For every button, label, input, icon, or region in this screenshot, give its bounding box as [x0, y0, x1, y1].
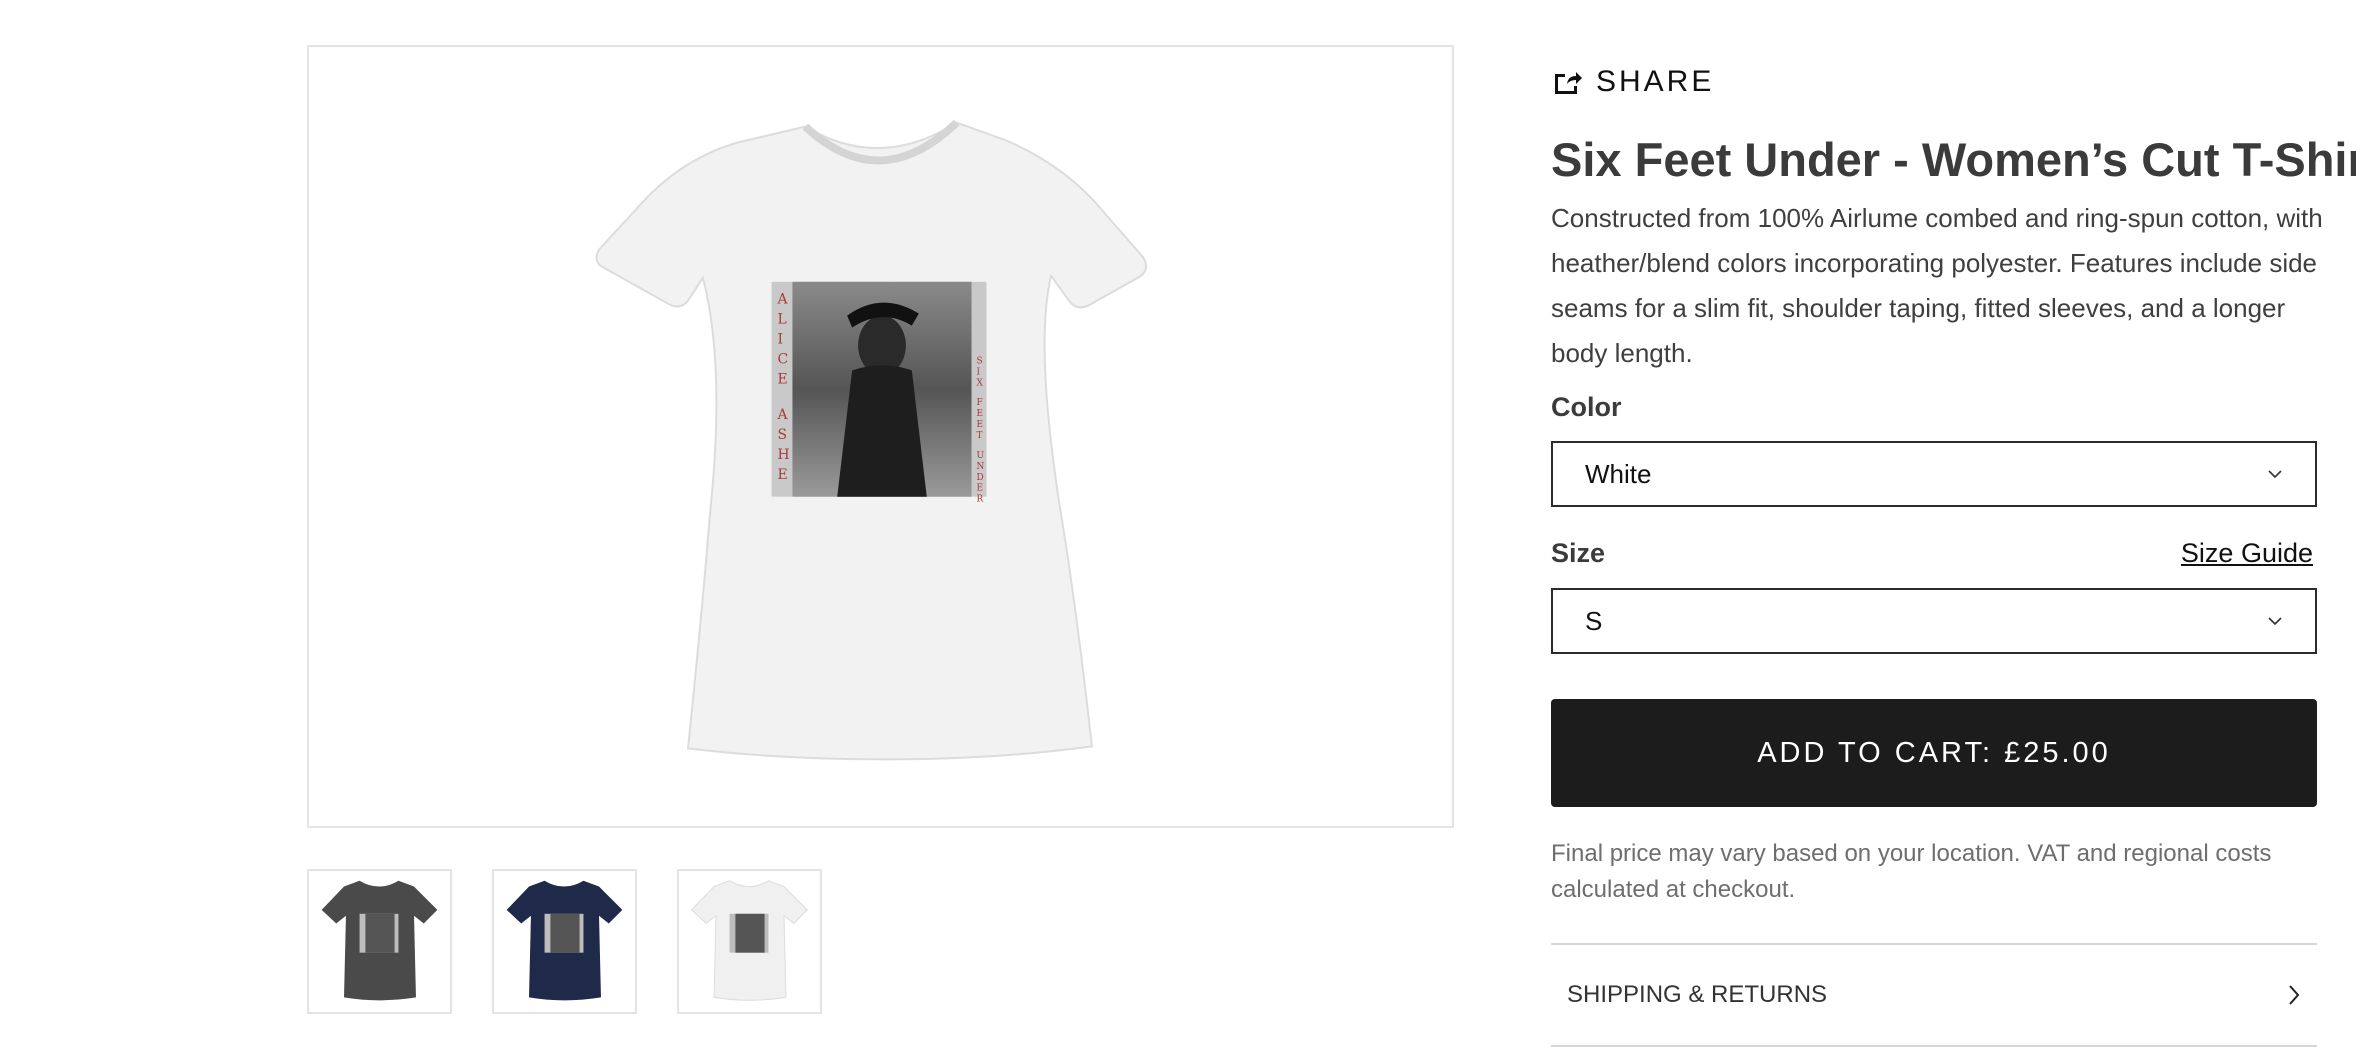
product-info: SHARE Six Feet Under - Women’s Cut T-Shi… — [1551, 0, 2356, 1052]
share-label: SHARE — [1596, 65, 1715, 98]
thumbnail-dark-grey[interactable] — [307, 869, 452, 1014]
thumbnail-white[interactable] — [677, 869, 822, 1014]
tshirt-illustration: ALICE ASHE SIX FEET UNDER — [595, 119, 1148, 761]
main-product-image[interactable]: ALICE ASHE SIX FEET UNDER — [307, 45, 1454, 828]
add-to-cart-label: ADD TO CART: £25.00 — [1757, 736, 2111, 769]
color-select-value: White — [1585, 458, 1652, 489]
thumbnail-navy[interactable] — [492, 869, 637, 1014]
size-label: Size — [1551, 538, 1606, 568]
shipping-returns-accordion[interactable]: SHIPPING & RETURNS — [1551, 945, 2317, 1045]
size-guide-link[interactable]: Size Guide — [2181, 536, 2313, 570]
product-description: Constructed from 100% Airlume combed and… — [1551, 203, 2323, 368]
divider — [1551, 1045, 2317, 1047]
color-label: Color — [1551, 392, 1622, 422]
chevron-down-icon — [2268, 617, 2282, 626]
share-icon — [1555, 72, 1582, 94]
add-to-cart-button[interactable]: ADD TO CART: £25.00 — [1551, 699, 2317, 807]
size-select-value: S — [1585, 605, 1603, 636]
product-title: Six Feet Under - Women’s Cut T-Shirt — [1551, 133, 2356, 186]
share-button[interactable]: SHARE — [1551, 64, 1714, 100]
price-note: Final price may vary based on your locat… — [1551, 840, 2272, 903]
chevron-down-icon — [2268, 470, 2282, 479]
size-select[interactable]: S — [1551, 588, 2317, 654]
thumbnail-strip — [307, 869, 907, 1014]
color-select[interactable]: White — [1551, 441, 2317, 507]
chevron-right-icon — [2289, 985, 2300, 1005]
accordion-label: SHIPPING & RETURNS — [1567, 981, 1828, 1008]
